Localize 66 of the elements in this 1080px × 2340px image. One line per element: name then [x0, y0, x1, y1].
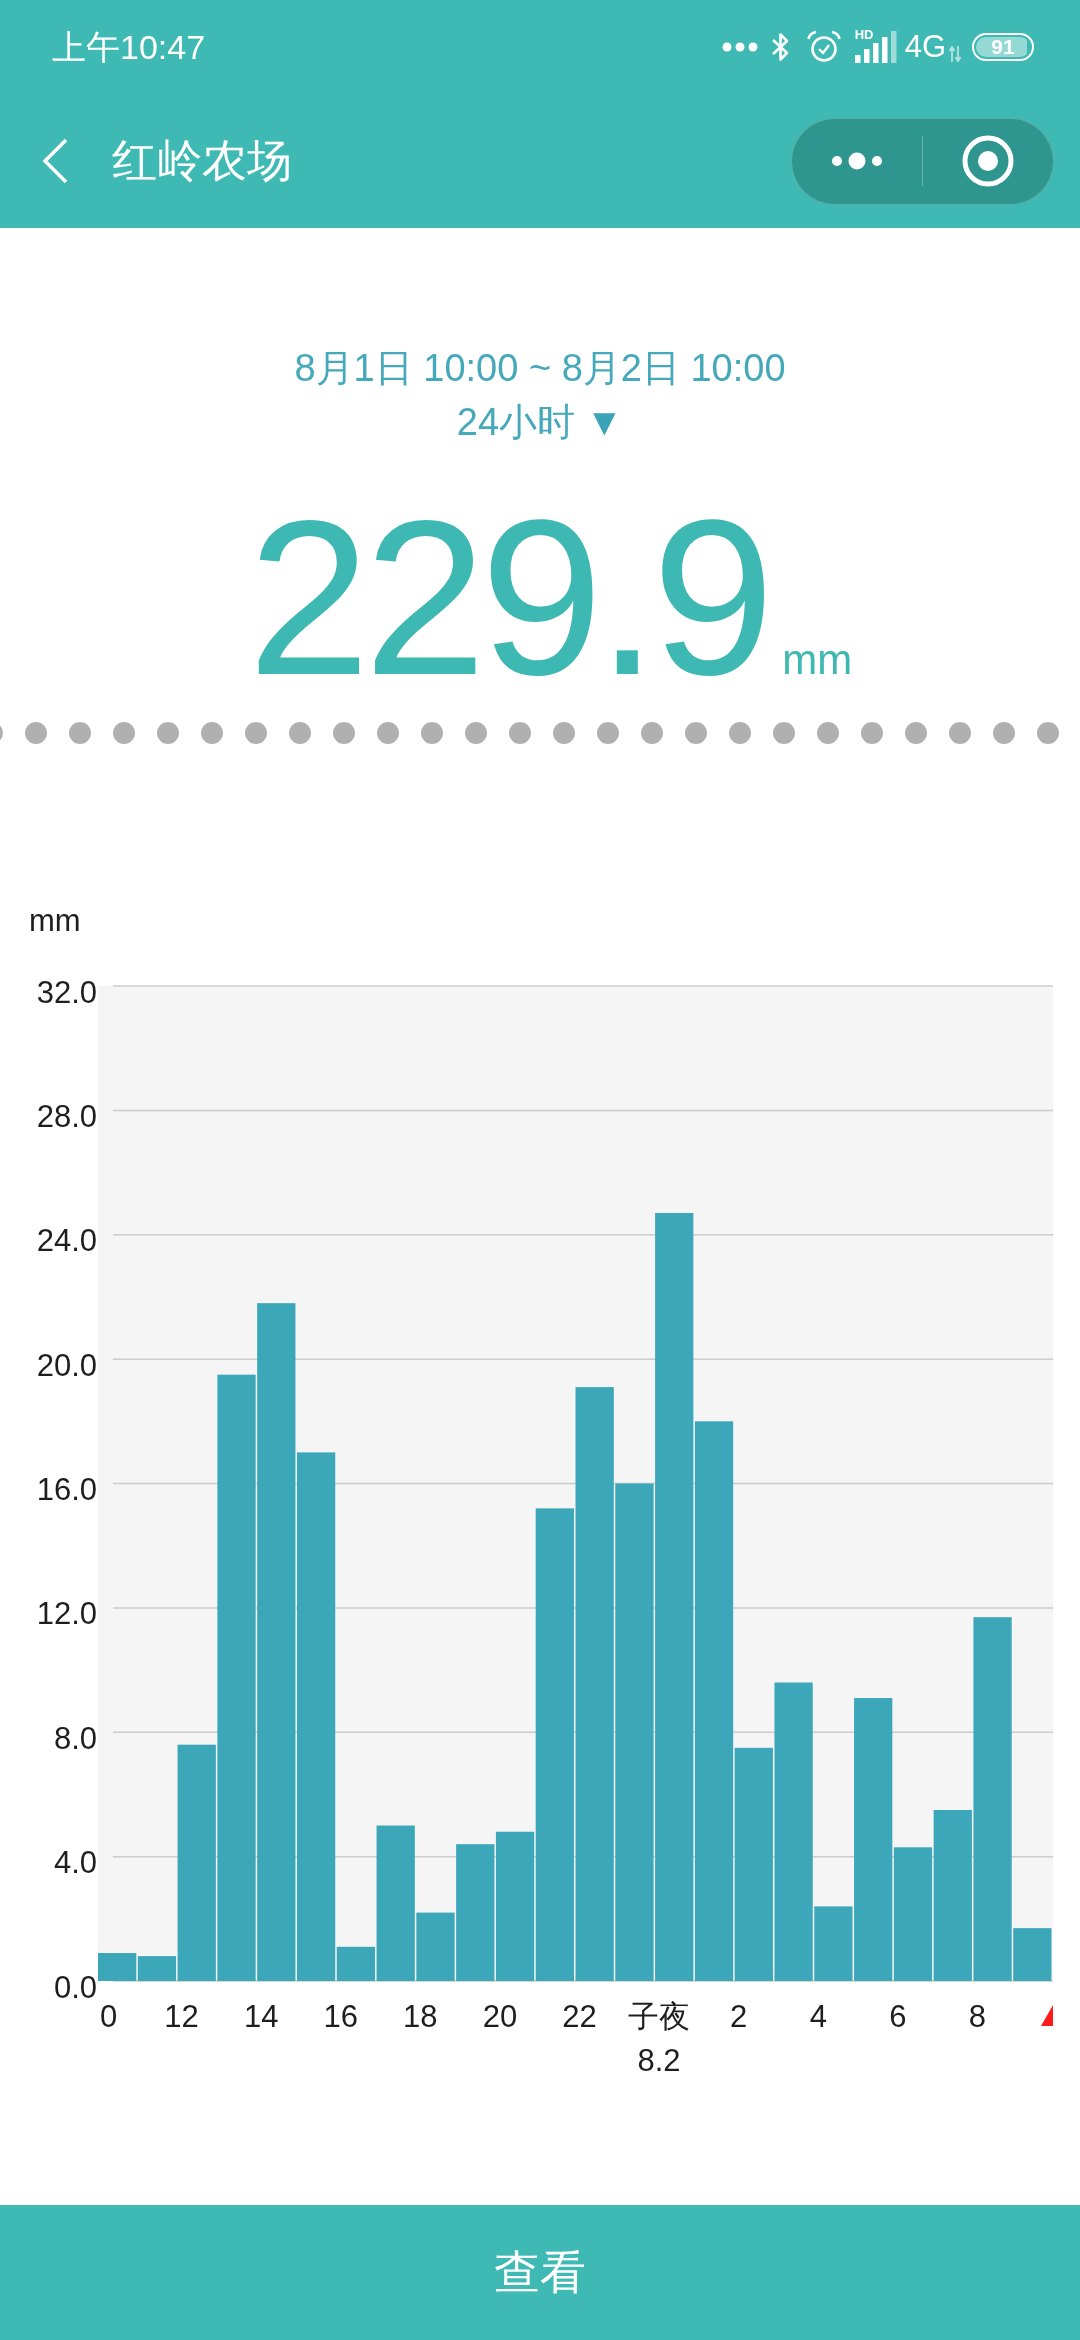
dot-icon — [553, 722, 575, 744]
unit-label: mm — [782, 635, 853, 685]
hd-label: HD — [854, 29, 874, 41]
dot-icon — [333, 722, 355, 744]
back-icon — [41, 137, 69, 185]
signal-icon — [854, 31, 898, 63]
x-axis-label: 22 — [562, 1998, 597, 2034]
data-arrows-icon — [949, 45, 961, 63]
x-axis-label: 20 — [482, 1998, 518, 2034]
x-axis-label: 12 — [164, 1998, 199, 2034]
dot-icon — [465, 722, 487, 744]
dot-icon — [421, 722, 443, 744]
page-title: 红岭农场 — [112, 134, 292, 188]
x-axis-label: 14 — [243, 1998, 279, 2034]
dot-icon — [509, 722, 531, 744]
x-axis-label: 6 — [889, 1998, 907, 2034]
y-axis-label: 0.0 — [53, 1969, 97, 2005]
axis-unit-label: mm — [29, 902, 81, 938]
dot-icon — [949, 722, 971, 744]
dot-icon — [685, 722, 707, 744]
dot-icon — [729, 722, 751, 744]
dot-icon — [289, 722, 311, 744]
y-axis-label: 8.0 — [53, 1720, 97, 1756]
x-axis-label: 4 — [809, 1998, 827, 2034]
x-axis-label: 18 — [403, 1998, 438, 2034]
x-axis-label: 8 — [968, 1998, 987, 2034]
dot-icon — [25, 722, 47, 744]
y-axis-label: 32.0 — [36, 974, 97, 1010]
dot-icon — [817, 722, 839, 744]
network-label: 4G — [904, 29, 946, 65]
more-icon — [831, 152, 883, 170]
dot-icon — [377, 722, 399, 744]
dots-icon — [721, 42, 758, 52]
dot-icon — [773, 722, 795, 744]
date-range: 8月1日 10:00 ~ 8月2日 10:00 — [294, 346, 786, 391]
y-axis-label: 20.0 — [36, 1347, 97, 1383]
x-axis-label: 2 — [730, 1998, 748, 2034]
y-axis-label: 4.0 — [53, 1845, 97, 1881]
dot-icon — [861, 722, 883, 744]
view-button[interactable]: 查看 — [0, 2205, 1080, 2340]
status-time: 上午10:47 — [52, 27, 206, 67]
x-axis-label: 子夜 8.2 — [628, 1998, 691, 2078]
rainfall-total: 229.9 — [247, 475, 769, 721]
y-axis-label: 12.0 — [36, 1596, 97, 1632]
target-icon — [962, 135, 1014, 187]
battery-indicator: 91 — [972, 33, 1034, 61]
dot-icon — [641, 722, 663, 744]
triangle-icon — [1041, 2005, 1053, 2026]
dot-icon — [201, 722, 223, 744]
dot-icon — [157, 722, 179, 744]
rain-bar — [98, 1953, 137, 1981]
back-button[interactable] — [41, 137, 69, 185]
period-dropdown[interactable]: 24小时 ▼ — [452, 395, 628, 449]
y-axis-label: 16.0 — [36, 1472, 97, 1507]
dot-icon — [69, 722, 91, 744]
dot-icon — [1037, 722, 1059, 744]
alarm-icon — [805, 30, 842, 64]
y-axis-label: 24.0 — [36, 1223, 97, 1259]
y-axis-label: 28.0 — [36, 1098, 97, 1134]
dot-icon — [245, 722, 267, 744]
x-axis-label: 16 — [323, 1998, 358, 2034]
dot-icon — [905, 722, 927, 744]
dot-icon — [993, 722, 1015, 744]
dot-icon — [597, 722, 619, 744]
x-axis-label: 0 — [100, 1998, 118, 2034]
dot-icon — [113, 722, 135, 744]
